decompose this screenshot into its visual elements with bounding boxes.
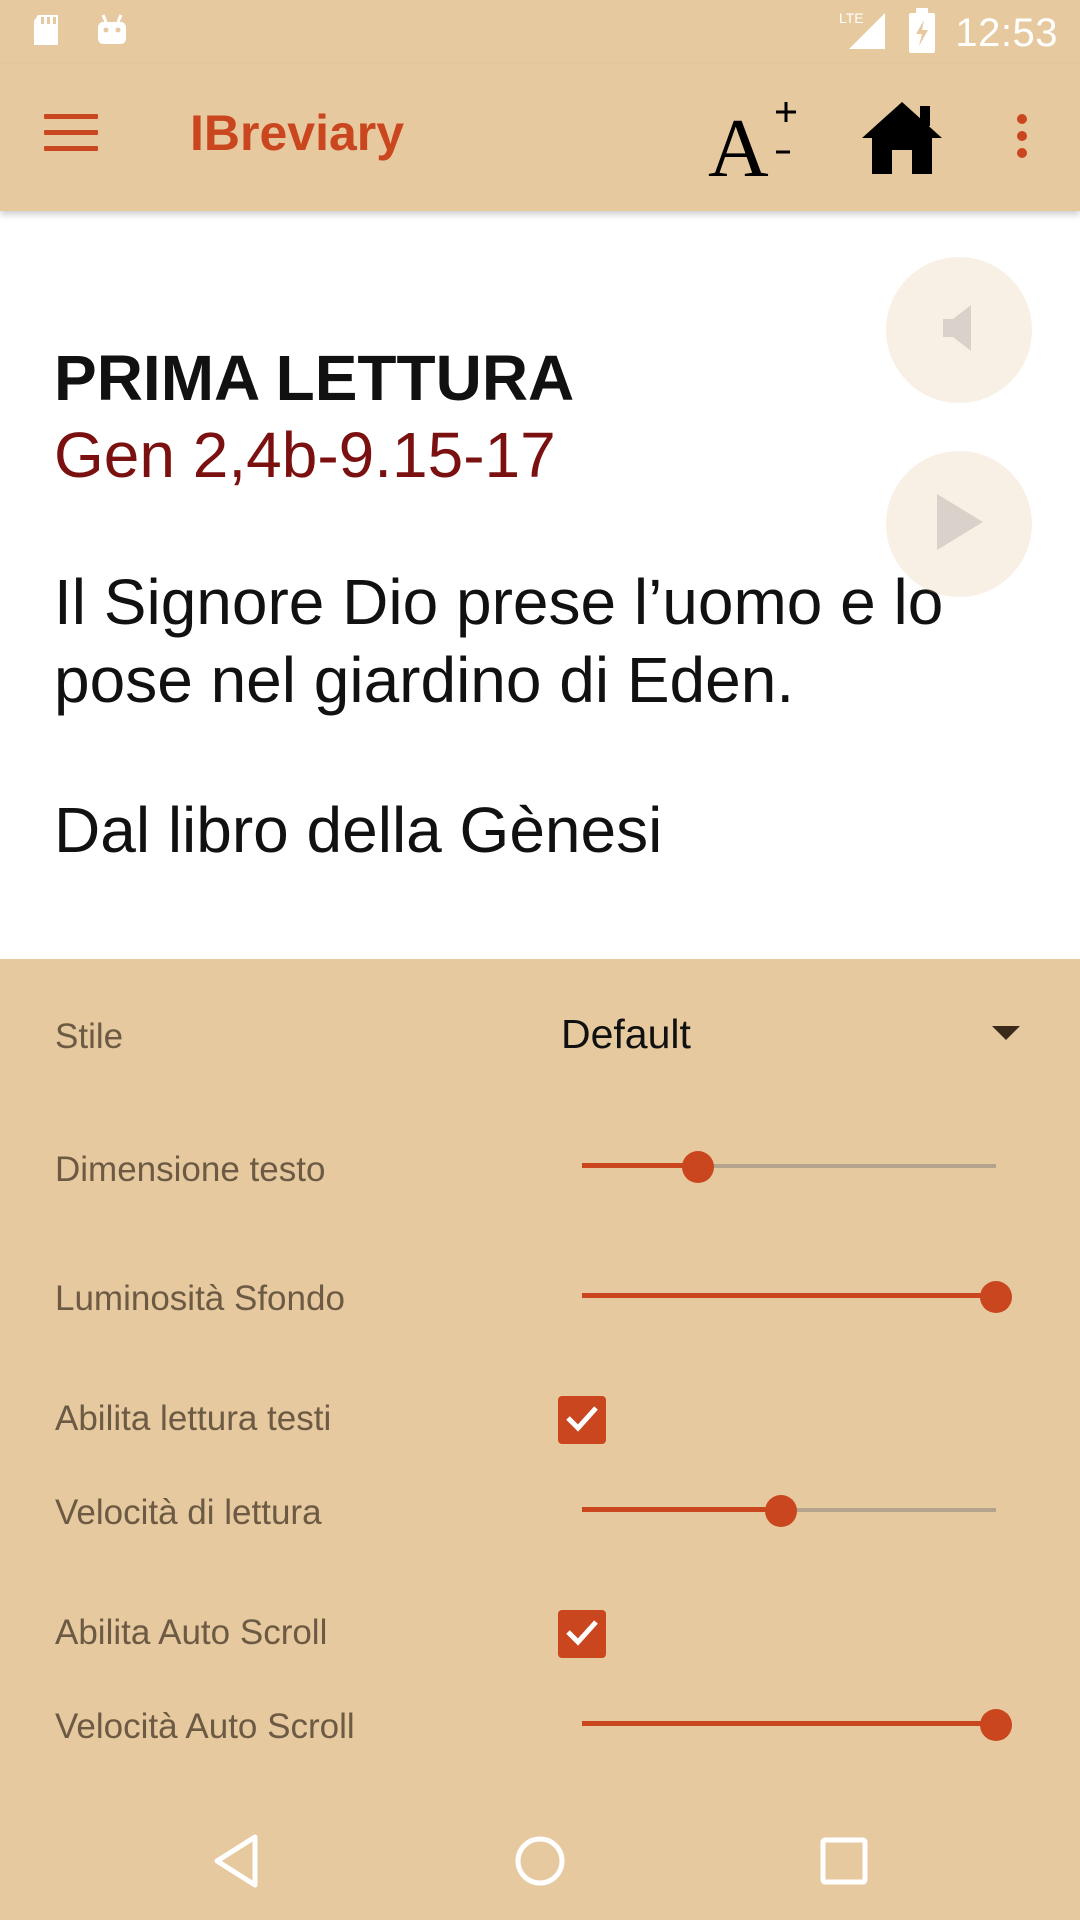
slider-thumb[interactable] xyxy=(980,1281,1012,1313)
more-icon[interactable] xyxy=(1010,114,1034,164)
brightness-slider[interactable] xyxy=(582,1281,1012,1313)
clock: 12:53 xyxy=(955,11,1058,55)
menu-icon[interactable] xyxy=(44,114,98,158)
reading-speed-slider[interactable] xyxy=(582,1495,996,1527)
recents-icon[interactable] xyxy=(812,1829,876,1893)
dropdown-arrow-icon[interactable] xyxy=(992,1026,1020,1040)
checkmark-icon xyxy=(564,1617,600,1652)
autoscroll-speed-slider[interactable] xyxy=(582,1709,1012,1741)
style-select-value: Default xyxy=(561,1011,691,1057)
reading-reference: Gen 2,4b-9.15-17 xyxy=(54,419,556,491)
autoscroll-speed-label: Velocità Auto Scroll xyxy=(55,1707,355,1746)
enable-reading-checkbox[interactable] xyxy=(558,1396,606,1444)
reading-speed-label: Velocità di lettura xyxy=(55,1493,322,1532)
svg-text:LTE: LTE xyxy=(839,10,864,26)
reading-settings-panel: Stile Default Dimensione testo Luminosit… xyxy=(0,959,1080,1799)
svg-text:A: A xyxy=(708,102,769,186)
battery-icon xyxy=(907,8,937,59)
reading-summary: Il Signore Dio prese l’uomo e lo pose ne… xyxy=(54,566,944,716)
text-size-slider[interactable] xyxy=(582,1151,996,1183)
style-label: Stile xyxy=(55,1017,124,1056)
back-icon[interactable] xyxy=(205,1829,269,1893)
navigation-bar xyxy=(0,1799,1080,1920)
speaker-icon xyxy=(939,303,979,358)
font-size-icon[interactable]: A xyxy=(708,96,798,195)
reading-heading: PRIMA LETTURA xyxy=(54,342,575,414)
speaker-button[interactable] xyxy=(886,257,1032,403)
enable-reading-label: Abilita lettura testi xyxy=(55,1399,332,1438)
slider-thumb[interactable] xyxy=(681,1151,714,1183)
checkmark-icon xyxy=(564,1403,600,1438)
reading-content: PRIMA LETTURA Gen 2,4b-9.15-17 Il Signor… xyxy=(0,211,1080,959)
app-title: IBreviary xyxy=(190,105,405,161)
slider-thumb[interactable] xyxy=(980,1709,1012,1741)
text-size-label: Dimensione testo xyxy=(55,1150,326,1189)
app-bar: IBreviary A xyxy=(0,64,1080,211)
brightness-label: Luminosità Sfondo xyxy=(55,1279,345,1318)
home-icon[interactable] xyxy=(860,98,944,178)
slider-thumb[interactable] xyxy=(764,1495,797,1527)
home-circle-icon[interactable] xyxy=(508,1829,572,1893)
enable-autoscroll-label: Abilita Auto Scroll xyxy=(55,1613,328,1652)
sd-card-icon xyxy=(28,12,64,48)
enable-autoscroll-checkbox[interactable] xyxy=(558,1610,606,1658)
reading-source: Dal libro della Gènesi xyxy=(54,794,663,866)
play-icon xyxy=(931,492,987,557)
signal-icon: LTE xyxy=(837,9,889,58)
android-icon xyxy=(94,12,130,48)
play-button[interactable] xyxy=(886,451,1032,597)
status-bar: LTE 12:53 xyxy=(0,0,1080,64)
